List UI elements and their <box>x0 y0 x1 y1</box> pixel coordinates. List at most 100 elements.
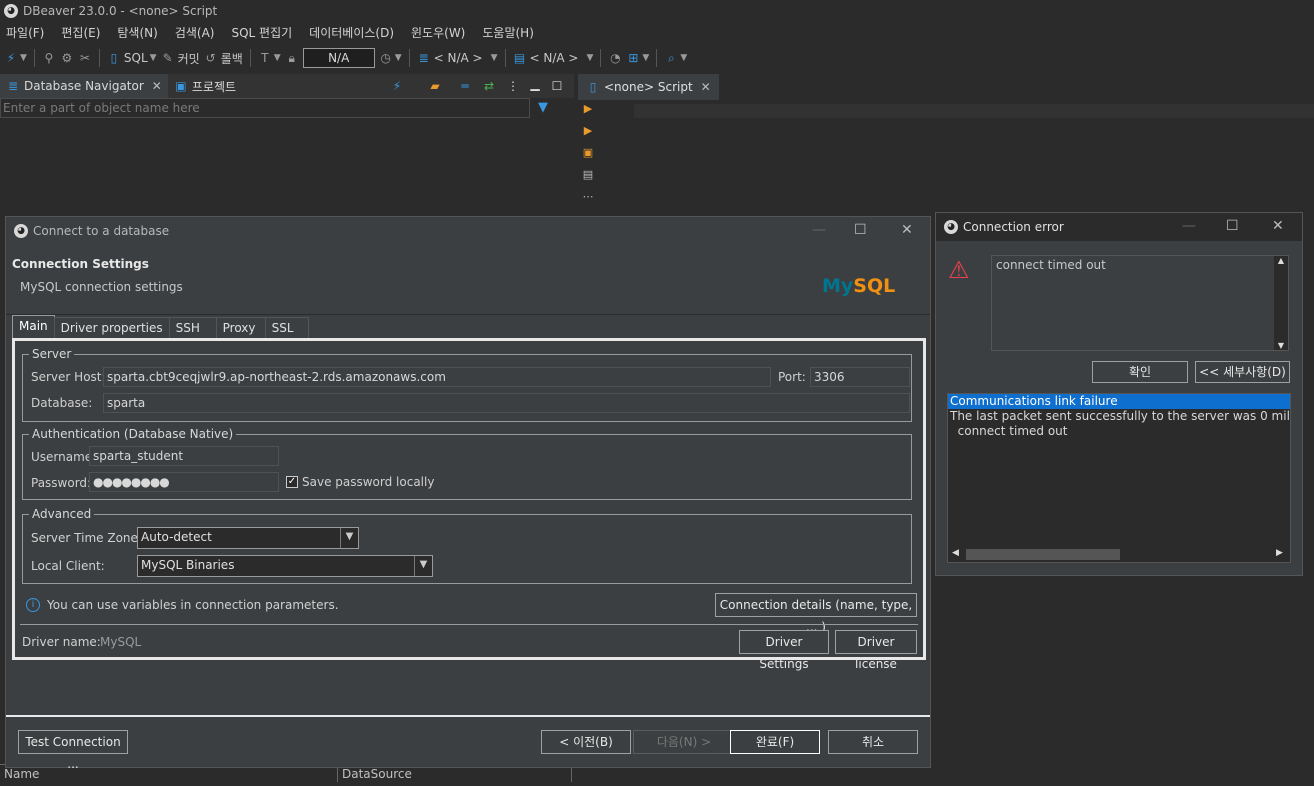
menu-help[interactable]: 도움말(H) <box>476 24 540 41</box>
search-button[interactable]: ⌕ ▼ <box>664 51 687 65</box>
new-connection-button[interactable]: ⚡ ▼ <box>4 51 27 65</box>
scroll-right-icon[interactable]: ▶ <box>1276 548 1283 558</box>
project-icon: ▣ <box>175 79 187 93</box>
toolbar-separator <box>408 49 410 67</box>
active-schema-selector[interactable]: ▤ < N/A > ▼ <box>513 51 594 65</box>
database-input[interactable]: sparta <box>103 393 910 413</box>
menu-file[interactable]: 파일(F) <box>0 24 50 41</box>
tab-ssl[interactable]: SSL <box>264 317 309 339</box>
server-host-input[interactable]: sparta.cbt9ceqjwlr9.ap-northeast-2.rds.a… <box>103 367 771 387</box>
menu-sql-editor[interactable]: SQL 편집기 <box>225 24 298 41</box>
test-connection-button[interactable]: Test Connection ... <box>18 730 128 771</box>
minimize-icon[interactable]: ▁ <box>528 77 542 91</box>
cancel-button[interactable]: 취소 <box>828 730 918 754</box>
tab-ssh[interactable]: SSH <box>168 317 217 339</box>
connect-icon: ⚲ <box>44 51 54 65</box>
tab-projects[interactable]: ▣ 프로젝트 <box>168 74 242 98</box>
tab-proxy[interactable]: Proxy <box>215 317 266 339</box>
tab-none-script[interactable]: ▯ <none> Script ✕ <box>578 74 719 100</box>
title-bar: ◕ DBeaver 23.0.0 - <none> Script <box>0 0 1314 22</box>
scroll-up-icon[interactable]: ▲ <box>1274 256 1288 265</box>
menu-edit[interactable]: 편집(E) <box>55 24 106 41</box>
database-label: Database: <box>31 396 93 410</box>
close-icon[interactable]: ✕ <box>901 222 913 238</box>
folder-icon[interactable]: ▰ <box>428 79 442 93</box>
link-with-editor-icon[interactable]: ⇄ <box>482 79 496 93</box>
menu-database[interactable]: 데이터베이스(D) <box>303 24 400 41</box>
error-message-box[interactable]: connect timed out ▲ ▼ <box>991 255 1289 351</box>
minimize-icon[interactable]: — <box>812 222 826 238</box>
tab-main[interactable]: Main <box>12 315 55 339</box>
maximize-icon[interactable]: ☐ <box>550 79 564 93</box>
new-connection-icon[interactable]: ⚡ <box>390 79 404 93</box>
menu-navigate[interactable]: 탐색(N) <box>111 24 163 41</box>
dbeaver-logo-icon: ◕ <box>944 220 958 234</box>
disconnect-button[interactable]: ✂ <box>78 51 92 65</box>
navigator-filter-input[interactable]: Enter a part of object name here <box>0 98 530 118</box>
error-details-list[interactable]: Communications link failure The last pac… <box>947 393 1291 563</box>
connection-details-button[interactable]: Connection details (name, type, ... ) <box>715 593 917 634</box>
list-item[interactable]: connect timed out <box>948 424 1290 439</box>
list-item[interactable]: The last packet sent successfully to the… <box>948 409 1290 424</box>
editor-side-toolbar: ▶ ▶ ▣ ▤ ⋯ <box>578 102 598 222</box>
scroll-left-icon[interactable]: ◀ <box>952 548 959 558</box>
tab-database-navigator[interactable]: ≣ Database Navigator ✕ <box>0 74 168 98</box>
invalidate-button[interactable]: ⚙ <box>60 51 74 65</box>
dashboard-button[interactable]: ◔ <box>608 51 622 65</box>
close-icon[interactable]: ✕ <box>1272 218 1284 234</box>
password-input[interactable]: ●●●●●●●● <box>89 472 279 492</box>
back-button[interactable]: < 이전(B) <box>541 730 631 754</box>
username-label: Username: <box>31 450 97 464</box>
close-icon[interactable]: ✕ <box>701 80 711 94</box>
sql-editor-button[interactable]: ▯ SQL ▼ <box>107 51 157 65</box>
active-datasource-selector[interactable]: ≣ < N/A > ▼ <box>417 51 498 65</box>
close-icon[interactable]: ✕ <box>152 79 162 93</box>
menu-search[interactable]: 검색(A) <box>169 24 221 41</box>
filter-icon[interactable]: ▼ <box>538 100 548 115</box>
toolbar-separator <box>600 49 602 67</box>
transaction-mode-box[interactable]: N/A <box>302 48 375 68</box>
erd-button[interactable]: ⊞ ▼ <box>626 51 649 65</box>
port-input[interactable]: 3306 <box>810 367 910 387</box>
toolbar-separator <box>504 49 506 67</box>
horizontal-scrollbar[interactable]: ◀ ▶ <box>948 546 1290 562</box>
lock-icon: 🔒︎ <box>288 51 295 65</box>
editor-current-line[interactable] <box>634 104 1314 118</box>
collapse-all-icon[interactable]: ═ <box>458 79 472 93</box>
server-group-label: Server <box>29 347 75 361</box>
more-icon[interactable]: ⋯ <box>578 190 598 212</box>
username-input[interactable]: sparta_student <box>89 446 279 466</box>
list-item[interactable]: Communications link failure <box>948 394 1290 409</box>
history-button[interactable]: ◷ ▼ <box>379 51 401 65</box>
scrollbar-thumb[interactable] <box>966 549 1120 560</box>
finish-button[interactable]: 완료(F) <box>730 730 820 754</box>
tab-driver-properties[interactable]: Driver properties <box>53 317 170 339</box>
execute-script-icon[interactable]: ▣ <box>578 146 598 168</box>
maximize-icon[interactable]: ☐ <box>1226 218 1239 234</box>
explain-plan-icon[interactable]: ▤ <box>578 168 598 190</box>
lock-button[interactable]: 🔒︎ <box>285 51 299 65</box>
server-timezone-label: Server Time Zone: <box>31 531 142 545</box>
transaction-mode-button[interactable]: T ▼ <box>258 51 281 65</box>
connect-button[interactable]: ⚲ <box>42 51 56 65</box>
driver-license-button[interactable]: Driver license <box>835 630 917 671</box>
view-menu-icon[interactable]: ⋮ <box>506 79 520 93</box>
details-button[interactable]: << 세부사항(D) <box>1195 361 1290 383</box>
main-toolbar: ⚡ ▼ ⚲ ⚙ ✂ ▯ SQL ▼ ✎ 커밋 ↺ 롤백 T ▼ 🔒︎ N/A ◷ ▼ ≣ < N… <box>0 44 1314 72</box>
execute-statement-icon[interactable]: ▶ <box>578 102 598 124</box>
next-button[interactable]: 다음(N) > <box>633 730 735 754</box>
ok-button[interactable]: 확인 <box>1092 361 1188 383</box>
minimize-icon[interactable]: — <box>1182 218 1196 234</box>
scroll-down-icon[interactable]: ▼ <box>1274 341 1288 350</box>
commit-button[interactable]: ✎ 커밋 <box>161 50 200 67</box>
vertical-scrollbar[interactable]: ▲ ▼ <box>1274 256 1288 350</box>
execute-in-new-tab-icon[interactable]: ▶ <box>578 124 598 146</box>
save-password-checkbox[interactable]: ✓ <box>286 476 298 488</box>
menu-window[interactable]: 윈도우(W) <box>405 24 471 41</box>
driver-settings-button[interactable]: Driver Settings <box>739 630 829 671</box>
maximize-icon[interactable]: ☐ <box>854 222 867 238</box>
server-timezone-select[interactable]: Auto-detect ▼ <box>137 527 359 549</box>
navigator-tab-bar: ≣ Database Navigator ✕ ▣ 프로젝트 ⚡ ▰ ═ ⇄ ⋮ … <box>0 74 574 98</box>
rollback-button[interactable]: ↺ 롤백 <box>204 50 243 67</box>
local-client-select[interactable]: MySQL Binaries ▼ <box>137 555 433 577</box>
